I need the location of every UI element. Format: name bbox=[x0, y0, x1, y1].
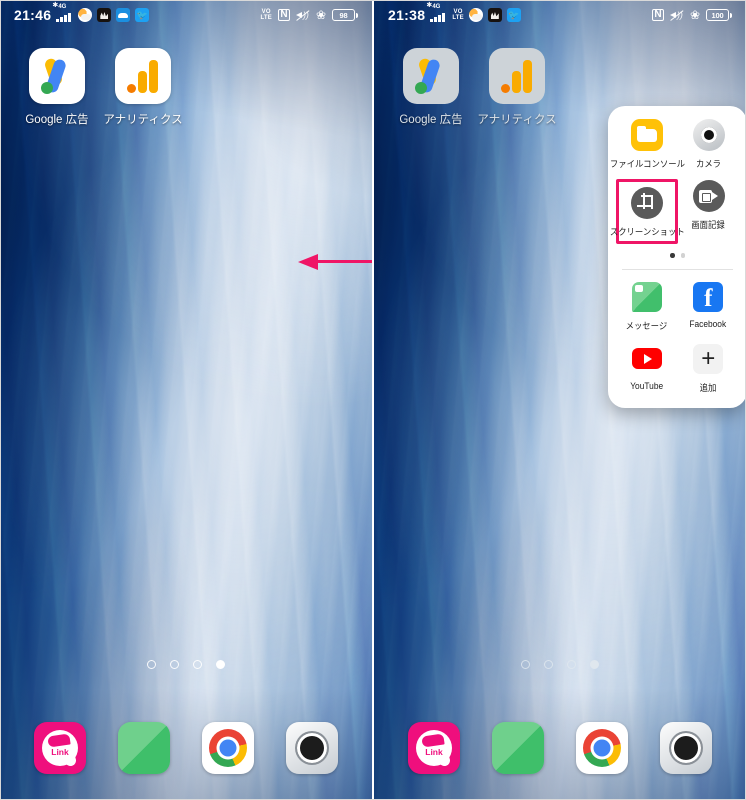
dock-icon-camera[interactable] bbox=[660, 722, 712, 774]
status-bar-right: 21:38 ✱ 4G VOLTE N )) ❀ 100 bbox=[374, 0, 746, 30]
folder-row-2: スクリーンショット 画面記録 bbox=[610, 179, 739, 244]
folder-page-dot-active[interactable] bbox=[670, 253, 675, 258]
volte-icon: VO LTE bbox=[260, 9, 272, 21]
app-icon-google-ads[interactable]: Google 広告 bbox=[14, 48, 100, 127]
mute-icon: )) bbox=[295, 9, 310, 22]
dock-right: Link bbox=[374, 722, 746, 774]
app-icon-analytics[interactable]: アナリティクス bbox=[474, 48, 560, 127]
app-notification-icon bbox=[487, 8, 502, 22]
folder-item-label: Facebook bbox=[689, 318, 727, 329]
app-label: アナリティクス bbox=[103, 114, 183, 126]
folder-divider bbox=[622, 268, 733, 270]
google-analytics-icon bbox=[489, 48, 545, 104]
dock-icon-rakuten-link[interactable]: Link bbox=[408, 722, 460, 774]
status-clock: 21:46 bbox=[14, 7, 52, 23]
mute-icon: )) bbox=[669, 9, 684, 22]
folder-item-label: スクリーンショット bbox=[609, 227, 685, 237]
page-dot-active[interactable] bbox=[216, 660, 225, 669]
battery-level: 98 bbox=[339, 10, 348, 20]
facebook-icon: f bbox=[691, 280, 725, 314]
messages-icon bbox=[630, 280, 664, 314]
weather-icon bbox=[78, 8, 93, 22]
folder-popup: ファイルコンソール カメラ スクリーンショット 画面記録 メッセージ f Fac… bbox=[608, 106, 746, 408]
folder-page-indicator[interactable] bbox=[616, 253, 739, 258]
screenshot-crop-icon bbox=[630, 186, 664, 220]
folder-item-label: 画面記録 bbox=[691, 220, 726, 230]
twitter-icon bbox=[135, 8, 150, 22]
folder-item-messages[interactable]: メッセージ bbox=[616, 280, 678, 332]
app-notification-icon bbox=[97, 8, 112, 22]
app-grid-left: Google 広告 アナリティクス bbox=[0, 48, 372, 127]
dock-icon-rakuten-link[interactable]: Link bbox=[34, 722, 86, 774]
folder-item-add[interactable]: + 追加 bbox=[678, 342, 740, 394]
folder-item-label: カメラ bbox=[695, 159, 722, 169]
google-ads-icon bbox=[403, 48, 459, 104]
folder-row-1: ファイルコンソール カメラ bbox=[609, 118, 739, 170]
folder-item-facebook[interactable]: f Facebook bbox=[678, 280, 740, 332]
app-label: アナリティクス bbox=[477, 114, 557, 126]
status-bar-left: 21:46 ✱ 4G VOLTE N )) ❀ 98 bbox=[0, 0, 372, 30]
folder-page-dot[interactable] bbox=[680, 253, 685, 258]
folder-item-screen-record[interactable]: 画面記録 bbox=[678, 179, 739, 244]
folder-row-3: メッセージ f Facebook bbox=[616, 280, 739, 332]
folder-item-label: メッセージ bbox=[625, 320, 668, 331]
twitter-icon bbox=[506, 8, 521, 22]
dock-icon-camera[interactable] bbox=[286, 722, 338, 774]
plus-add-icon: + bbox=[691, 342, 725, 376]
page-dot[interactable] bbox=[521, 660, 530, 669]
page-dot[interactable] bbox=[567, 660, 576, 669]
dock-icon-chrome[interactable] bbox=[202, 722, 254, 774]
nfc-icon: N bbox=[651, 9, 664, 21]
folder-item-youtube[interactable]: YouTube bbox=[616, 342, 678, 394]
google-ads-icon bbox=[29, 48, 85, 104]
rakuten-link-badge: Link bbox=[51, 746, 69, 757]
screen-record-icon bbox=[692, 179, 726, 213]
app-icon-analytics[interactable]: アナリティクス bbox=[100, 48, 186, 127]
folder-item-camera[interactable]: カメラ bbox=[678, 118, 739, 170]
battery-icon: 100 bbox=[706, 9, 732, 21]
phone-screen-left: 21:46 ✱ 4G VOLTE N )) ❀ 98 bbox=[0, 0, 372, 800]
battery-icon: 98 bbox=[332, 9, 358, 21]
folder-item-files[interactable]: ファイルコンソール bbox=[609, 118, 685, 170]
battery-level: 100 bbox=[711, 10, 724, 20]
status-clock: 21:38 bbox=[388, 7, 426, 23]
page-dot[interactable] bbox=[147, 660, 156, 669]
page-dot[interactable] bbox=[170, 660, 179, 669]
google-analytics-icon bbox=[115, 48, 171, 104]
dock-icon-chrome[interactable] bbox=[576, 722, 628, 774]
volte-icon: VO LTE bbox=[452, 9, 464, 21]
page-indicator-left[interactable] bbox=[0, 660, 372, 669]
camera-icon bbox=[692, 118, 726, 152]
dock-icon-messages[interactable] bbox=[118, 722, 170, 774]
folder-item-label: ファイルコンソール bbox=[609, 159, 685, 169]
folder-item-label: 追加 bbox=[699, 382, 717, 393]
screenshot-stage: 21:46 ✱ 4G VOLTE N )) ❀ 98 bbox=[0, 0, 746, 800]
app-icon-google-ads[interactable]: Google 広告 bbox=[388, 48, 474, 127]
weather-icon bbox=[468, 8, 483, 22]
rakuten-link-badge: Link bbox=[425, 746, 443, 757]
files-folder-icon bbox=[630, 118, 664, 152]
bluetooth-icon: ❀ bbox=[315, 8, 326, 22]
phone-screen-right: 21:38 ✱ 4G VOLTE N )) ❀ 100 bbox=[374, 0, 746, 800]
annotation-arrow-left bbox=[298, 254, 372, 270]
bluetooth-icon: ❀ bbox=[689, 8, 700, 22]
youtube-icon bbox=[630, 342, 664, 376]
page-indicator-right[interactable] bbox=[374, 660, 746, 669]
folder-item-label: YouTube bbox=[630, 380, 664, 391]
nfc-icon: N bbox=[277, 9, 290, 21]
dock-icon-messages[interactable] bbox=[492, 722, 544, 774]
dock-left: Link bbox=[0, 722, 372, 774]
page-dot[interactable] bbox=[544, 660, 553, 669]
app-label: Google 広告 bbox=[399, 114, 463, 126]
folder-item-screenshot[interactable]: スクリーンショット bbox=[610, 179, 684, 244]
page-dot-active[interactable] bbox=[590, 660, 599, 669]
folder-row-4: YouTube + 追加 bbox=[616, 342, 739, 394]
onedrive-icon bbox=[116, 8, 131, 22]
app-label: Google 広告 bbox=[25, 114, 89, 126]
page-dot[interactable] bbox=[193, 660, 202, 669]
signal-icon: ✱ 4G bbox=[426, 2, 447, 22]
signal-icon: ✱ 4G bbox=[52, 2, 73, 22]
